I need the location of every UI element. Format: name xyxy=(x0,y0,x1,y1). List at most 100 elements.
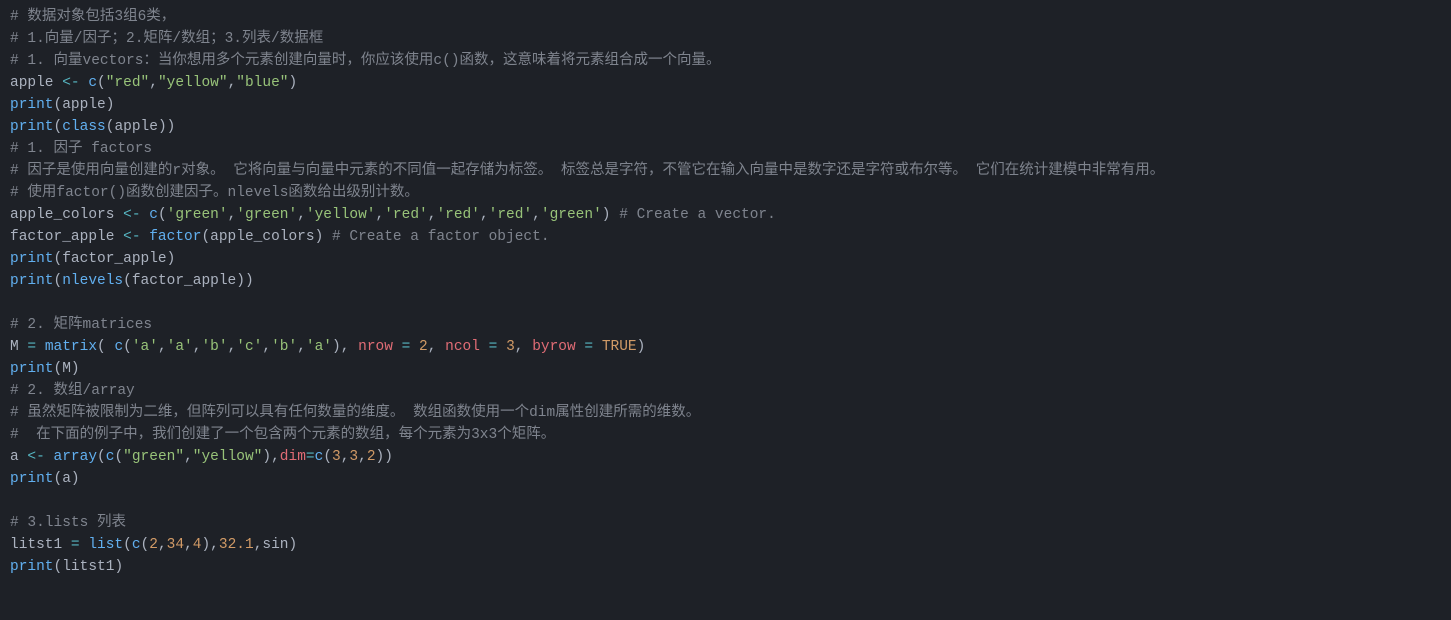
token-num: 2 xyxy=(419,339,428,355)
token-punct: ( xyxy=(114,449,123,465)
token-punct: , xyxy=(158,339,167,355)
code-line[interactable]: # 数据对象包括3组6类， xyxy=(10,6,1441,28)
token-param: byrow xyxy=(532,339,576,355)
token-punct: , xyxy=(262,339,271,355)
token-punct: ( xyxy=(123,339,132,355)
code-line[interactable]: print(apple) xyxy=(10,94,1441,116)
token-param: dim xyxy=(280,449,306,465)
token-comment: # Create a factor object. xyxy=(332,229,550,245)
token-punct: ) xyxy=(289,537,298,553)
code-line[interactable]: litst1 = list(c(2,34,4),32.1,sin) xyxy=(10,534,1441,556)
token-ident: a xyxy=(10,449,19,465)
token-punct: , xyxy=(532,207,541,223)
token-punct: ) xyxy=(245,273,254,289)
code-line[interactable]: # 1.向量/因子；2.矩阵/数组；3.列表/数据框 xyxy=(10,28,1441,50)
code-line[interactable]: print(class(apple)) xyxy=(10,116,1441,138)
token-punct xyxy=(45,449,54,465)
code-line[interactable] xyxy=(10,292,1441,314)
token-num: 2 xyxy=(149,537,158,553)
code-line[interactable]: # 2. 数组/array xyxy=(10,380,1441,402)
token-ident: apple xyxy=(114,119,158,135)
token-op: = xyxy=(306,449,315,465)
token-punct xyxy=(141,207,150,223)
token-op: <- xyxy=(123,229,140,245)
token-punct: , xyxy=(158,537,167,553)
token-string: 'red' xyxy=(436,207,480,223)
token-num: 3 xyxy=(332,449,341,465)
code-line[interactable]: factor_apple <- factor(apple_colors) # C… xyxy=(10,226,1441,248)
token-func: list xyxy=(88,537,123,553)
code-line[interactable]: print(nlevels(factor_apple)) xyxy=(10,270,1441,292)
token-punct xyxy=(393,339,402,355)
token-punct xyxy=(114,229,123,245)
token-string: 'b' xyxy=(201,339,227,355)
code-line[interactable]: # 在下面的例子中，我们创建了一个包含两个元素的数组，每个元素为3x3个矩阵。 xyxy=(10,424,1441,446)
token-string: 'a' xyxy=(132,339,158,355)
code-line[interactable]: # 1. 因子 factors xyxy=(10,138,1441,160)
token-string: 'red' xyxy=(384,207,428,223)
token-punct: ) xyxy=(158,119,167,135)
token-punct: ) xyxy=(602,207,619,223)
token-punct: ), xyxy=(262,449,279,465)
code-line[interactable]: print(factor_apple) xyxy=(10,248,1441,270)
token-punct: , xyxy=(358,449,367,465)
token-punct: , xyxy=(228,75,237,91)
code-line[interactable]: # 因子是使用向量创建的r对象。 它将向量与向量中元素的不同值一起存储为标签。 … xyxy=(10,160,1441,182)
token-punct: ) xyxy=(167,119,176,135)
token-func: print xyxy=(10,273,54,289)
token-func: print xyxy=(10,361,54,377)
token-ident: litst1 xyxy=(10,537,62,553)
code-line[interactable]: # 3.lists 列表 xyxy=(10,512,1441,534)
token-punct xyxy=(141,229,150,245)
token-punct: ( xyxy=(201,229,210,245)
token-punct: ( xyxy=(54,273,63,289)
token-num: 3 xyxy=(506,339,515,355)
token-punct: ( xyxy=(54,97,63,113)
token-punct xyxy=(54,75,63,91)
token-punct: ( xyxy=(54,471,63,487)
code-line[interactable]: # 1. 向量vectors：当你想用多个元素创建向量时，你应该使用c()函数，… xyxy=(10,50,1441,72)
code-line[interactable]: apple <- c("red","yellow","blue") xyxy=(10,72,1441,94)
token-punct: , xyxy=(515,339,532,355)
token-op: <- xyxy=(62,75,79,91)
token-punct: ( xyxy=(97,449,106,465)
token-op: <- xyxy=(27,449,44,465)
token-ident: factor_apple xyxy=(132,273,236,289)
token-string: 'red' xyxy=(489,207,533,223)
code-line[interactable]: # 2. 矩阵matrices xyxy=(10,314,1441,336)
token-func: c xyxy=(132,537,141,553)
token-ident: sin xyxy=(262,537,288,553)
token-comment: # 3.lists 列表 xyxy=(10,515,126,531)
token-op: <- xyxy=(123,207,140,223)
token-punct: , xyxy=(228,339,237,355)
token-comment: # Create a vector. xyxy=(619,207,776,223)
token-punct: ( xyxy=(54,251,63,267)
token-punct: ( xyxy=(158,207,167,223)
token-comment: # 因子是使用向量创建的r对象。 它将向量与向量中元素的不同值一起存储为标签。 … xyxy=(10,163,1164,179)
token-string: 'green' xyxy=(167,207,228,223)
code-line[interactable]: print(litst1) xyxy=(10,556,1441,578)
token-punct: , xyxy=(376,207,385,223)
code-line[interactable]: print(a) xyxy=(10,468,1441,490)
token-comment: # 1. 因子 factors xyxy=(10,141,152,157)
code-line[interactable] xyxy=(10,490,1441,512)
token-string: "yellow" xyxy=(193,449,263,465)
code-line[interactable]: M = matrix( c('a','a','b','c','b','a'), … xyxy=(10,336,1441,358)
token-punct: ) xyxy=(71,361,80,377)
code-line[interactable]: apple_colors <- c('green','green','yello… xyxy=(10,204,1441,226)
code-line[interactable]: # 使用factor()函数创建因子。nlevels函数给出级别计数。 xyxy=(10,182,1441,204)
token-punct: , xyxy=(428,339,445,355)
token-punct: ( xyxy=(123,273,132,289)
token-punct xyxy=(593,339,602,355)
token-func: c xyxy=(149,207,158,223)
token-func: matrix xyxy=(45,339,97,355)
token-string: 'c' xyxy=(236,339,262,355)
code-line[interactable]: a <- array(c("green","yellow"),dim=c(3,3… xyxy=(10,446,1441,468)
token-ident: apple xyxy=(62,97,106,113)
token-func: nlevels xyxy=(62,273,123,289)
token-comment: # 在下面的例子中，我们创建了一个包含两个元素的数组，每个元素为3x3个矩阵。 xyxy=(10,427,555,443)
token-punct: ( xyxy=(323,449,332,465)
code-line[interactable]: # 虽然矩阵被限制为二维，但阵列可以具有任何数量的维度。 数组函数使用一个dim… xyxy=(10,402,1441,424)
code-line[interactable]: print(M) xyxy=(10,358,1441,380)
code-editor[interactable]: # 数据对象包括3组6类，# 1.向量/因子；2.矩阵/数组；3.列表/数据框#… xyxy=(0,0,1451,598)
